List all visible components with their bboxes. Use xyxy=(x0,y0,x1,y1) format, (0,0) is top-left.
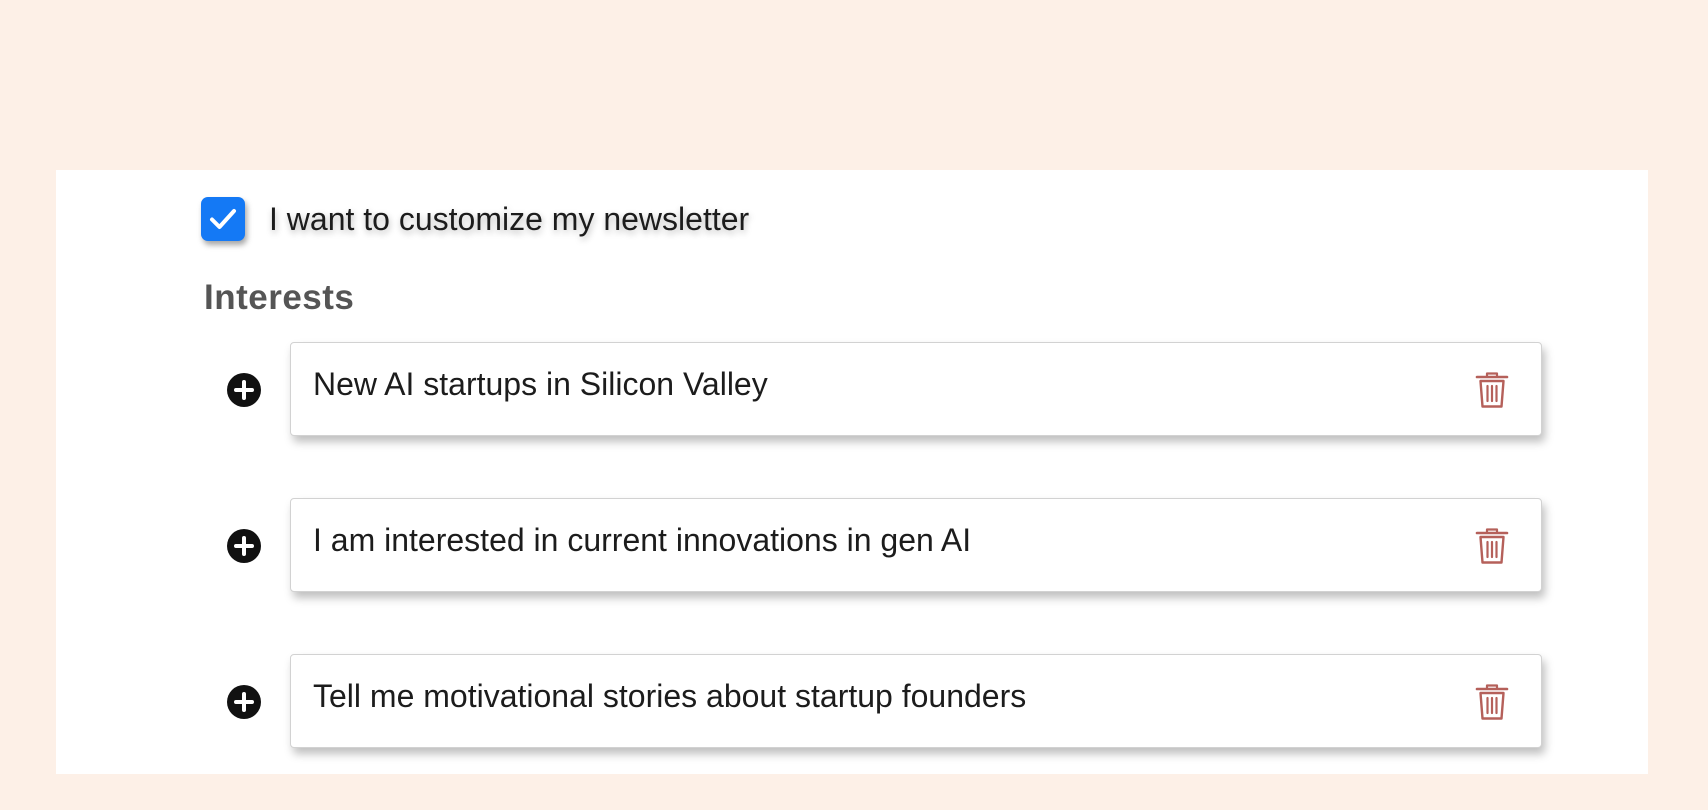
customize-newsletter-option[interactable]: I want to customize my newsletter xyxy=(201,196,749,242)
interest-input[interactable] xyxy=(313,343,1413,435)
interest-input[interactable] xyxy=(313,499,1413,591)
interest-field xyxy=(290,654,1542,748)
interest-input[interactable] xyxy=(313,655,1413,747)
interest-field xyxy=(290,498,1542,592)
customize-newsletter-checkbox[interactable] xyxy=(201,197,245,241)
checkmark-icon xyxy=(210,209,236,229)
trash-icon[interactable] xyxy=(1475,371,1509,409)
plus-circle-icon[interactable] xyxy=(226,684,262,720)
trash-icon[interactable] xyxy=(1475,683,1509,721)
plus-circle-icon[interactable] xyxy=(226,372,262,408)
interests-heading: Interests xyxy=(204,278,355,317)
interest-item xyxy=(226,654,1596,750)
newsletter-settings-panel: I want to customize my newsletter Intere… xyxy=(56,170,1648,774)
interest-item xyxy=(226,342,1596,438)
interest-field xyxy=(290,342,1542,436)
trash-icon[interactable] xyxy=(1475,527,1509,565)
plus-circle-icon[interactable] xyxy=(226,528,262,564)
interest-item xyxy=(226,498,1596,594)
customize-newsletter-label: I want to customize my newsletter xyxy=(269,200,750,237)
